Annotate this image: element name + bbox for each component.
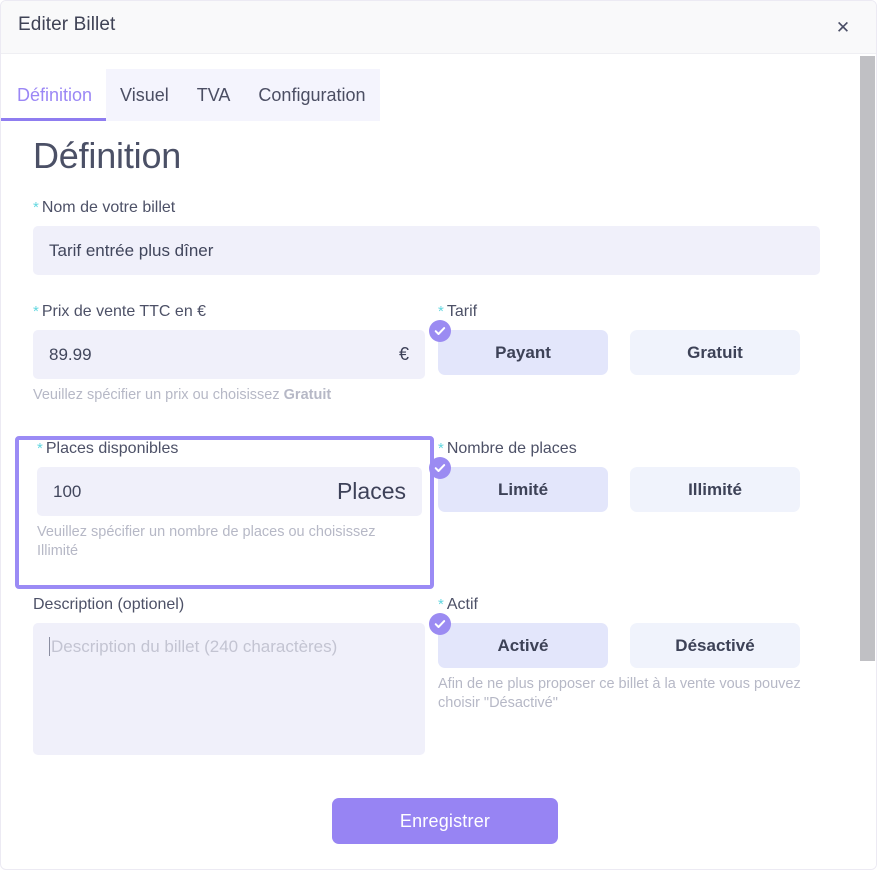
field-nombre-places: * Nombre de places Limité Illimité — [429, 440, 830, 512]
tab-definition-label: Définition — [17, 84, 93, 105]
required-marker-icon: * — [33, 303, 39, 320]
nombre-places-option-illimite[interactable]: Illimité — [630, 467, 800, 512]
actif-label: * Actif — [438, 596, 478, 613]
tab-configuration-label: Configuration — [258, 84, 366, 105]
field-description: Description (optionel) Description du bi… — [33, 596, 425, 755]
actif-option-desactive[interactable]: Désactivé — [630, 623, 800, 668]
description-textarea[interactable]: Description du billet (240 charactères) — [33, 623, 425, 755]
edit-ticket-modal: Editer Billet ✕ Définition Visuel TVA Co… — [0, 0, 877, 870]
scrollbar-thumb[interactable] — [860, 56, 875, 661]
places-suffix: Places — [336, 478, 406, 504]
check-circle-icon — [429, 613, 451, 635]
price-label: * Prix de vente TTC en € — [33, 303, 207, 320]
ticket-name-label: * Nom de votre billet — [33, 199, 176, 216]
price-helper-text: Veuillez spécifier un prix ou choisissez… — [33, 387, 332, 403]
page-title: Définition — [33, 135, 182, 176]
places-helper-text: Veuillez spécifier un nombre de places o… — [37, 524, 376, 560]
tarif-option-gratuit-label: Gratuit — [687, 342, 743, 362]
field-ticket-name: * Nom de votre billet Tarif entrée plus d… — [33, 199, 820, 275]
tab-bar: Définition Visuel TVA Configuration — [1, 69, 380, 121]
tab-tva[interactable]: TVA — [182, 69, 245, 121]
nombre-places-toggle-group: Limité Illimité — [429, 457, 830, 512]
tarif-label: * Tarif — [438, 303, 478, 320]
places-input[interactable]: 100 Places — [37, 467, 422, 516]
nombre-places-option-illimite-label: Illimité — [688, 479, 742, 499]
actif-option-active[interactable]: Activé — [429, 613, 608, 668]
actif-option-active-label: Activé — [497, 635, 549, 655]
modal-title: Editer Billet — [18, 14, 116, 35]
places-label: * Places disponibles — [37, 440, 179, 457]
places-value: 100 — [53, 481, 82, 501]
price-input[interactable]: 89.99 € — [33, 330, 425, 379]
required-marker-icon: * — [438, 303, 444, 320]
modal-header: Editer Billet ✕ — [1, 1, 876, 54]
description-placeholder: Description du billet (240 charactères) — [51, 637, 338, 656]
check-circle-icon — [429, 457, 451, 479]
required-marker-icon: * — [33, 199, 39, 216]
required-marker-icon: * — [438, 440, 444, 457]
field-places: * Places disponibles 100 Places Veuillez … — [37, 440, 425, 562]
field-tarif: * Tarif Payant Gratuit — [429, 303, 830, 375]
tab-configuration[interactable]: Configuration — [244, 69, 380, 121]
required-marker-icon: * — [438, 596, 444, 613]
check-circle-icon — [429, 320, 451, 342]
tarif-toggle-group: Payant Gratuit — [429, 320, 830, 375]
save-button[interactable]: Enregistrer — [332, 798, 558, 844]
tab-visuel[interactable]: Visuel — [106, 69, 183, 121]
tarif-option-payant[interactable]: Payant — [429, 320, 608, 375]
field-actif: * Actif Activé Désactivé Afin de ne plus … — [429, 596, 830, 714]
description-label: Description (optionel) — [33, 596, 185, 613]
ticket-name-value: Tarif entrée plus dîner — [49, 240, 214, 260]
actif-helper-text: Afin de ne plus proposer ce billet à la … — [438, 676, 801, 712]
tab-tva-label: TVA — [196, 84, 231, 105]
text-caret — [49, 637, 50, 656]
definition-form: Définition * Nom de votre billet Tarif en… — [1, 121, 861, 869]
tab-definition[interactable]: Définition — [1, 69, 107, 121]
nombre-places-option-limite[interactable]: Limité — [429, 457, 608, 512]
actif-option-desactive-label: Désactivé — [675, 635, 755, 655]
price-helper-strong: Gratuit — [283, 387, 332, 403]
close-icon[interactable]: ✕ — [832, 17, 854, 39]
euro-suffix-icon: € — [398, 344, 409, 364]
nombre-places-label: * Nombre de places — [438, 440, 577, 457]
tarif-option-gratuit[interactable]: Gratuit — [630, 330, 800, 375]
field-price: * Prix de vente TTC en € 89.99 € Veuillez… — [33, 303, 425, 405]
tarif-option-payant-label: Payant — [495, 342, 551, 362]
required-marker-icon: * — [37, 440, 43, 457]
nombre-places-option-limite-label: Limité — [497, 479, 549, 499]
ticket-name-input[interactable]: Tarif entrée plus dîner — [33, 226, 820, 275]
price-value: 89.99 — [49, 344, 92, 364]
tab-visuel-label: Visuel — [120, 84, 169, 105]
actif-toggle-group: Activé Désactivé — [429, 613, 830, 668]
